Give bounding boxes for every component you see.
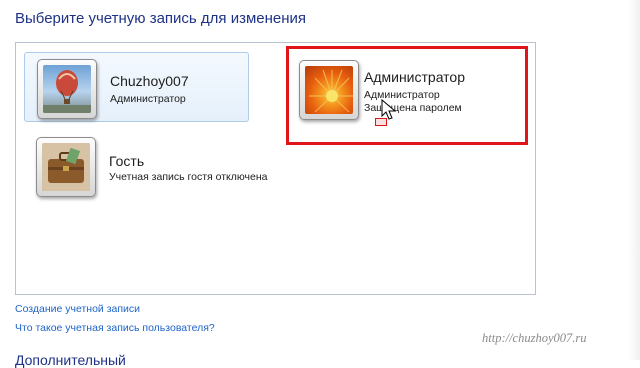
account-picture (36, 137, 96, 197)
orange-flower-icon (305, 66, 353, 114)
watermark-text: http://chuzhoy007.ru (482, 331, 587, 345)
create-account-link[interactable]: Создание учетной записи (15, 303, 140, 315)
account-tile-administrator[interactable]: Администратор Администратор Защищена пар… (286, 46, 528, 145)
account-picture (299, 60, 359, 120)
section-heading-cut: Дополнительный (15, 352, 126, 368)
account-status: Учетная запись гостя отключена (109, 171, 268, 183)
what-is-account-link[interactable]: Что такое учетная запись пользователя? (15, 322, 215, 334)
accounts-panel: Chuzhoy007 Администратор Администратор А… (15, 42, 536, 295)
pointer-cursor-icon (380, 98, 402, 127)
account-name: Chuzhoy007 (110, 73, 189, 89)
briefcase-icon (42, 143, 90, 191)
account-type: Администратор (110, 93, 186, 105)
account-password-status: Защищена паролем (364, 102, 462, 114)
hot-air-balloon-icon (43, 65, 91, 113)
page-title: Выберите учетную запись для изменения (15, 10, 307, 27)
account-name: Администратор (364, 69, 466, 85)
account-picture (37, 59, 97, 119)
account-tile-guest[interactable]: Гость Учетная запись гостя отключена (24, 133, 294, 199)
account-tile-chuzhoy007[interactable]: Chuzhoy007 Администратор (24, 52, 249, 122)
scrollbar-shade (628, 0, 640, 360)
account-name: Гость (109, 153, 145, 169)
